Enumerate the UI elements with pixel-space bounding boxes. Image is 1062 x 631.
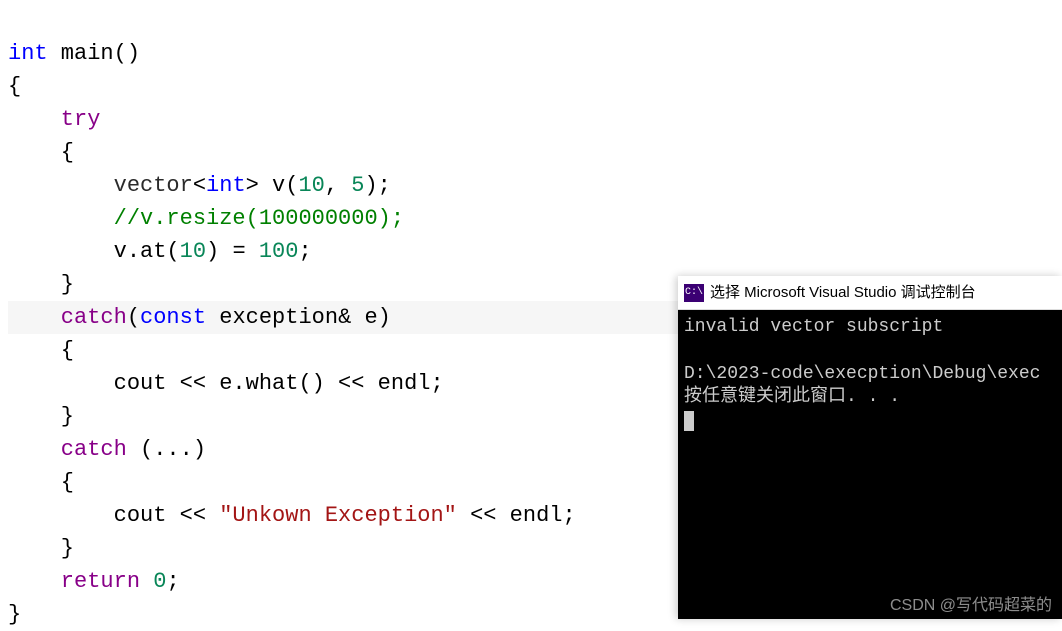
code-line: return 0; (8, 569, 180, 594)
console-title: 选择 Microsoft Visual Studio 调试控制台 (710, 283, 976, 303)
console-output[interactable]: invalid vector subscript D:\2023-code\ex… (678, 310, 1062, 439)
watermark-text: CSDN @写代码超菜的 (890, 591, 1052, 615)
code-line: } (8, 404, 74, 429)
code-line: catch (...) (8, 437, 206, 462)
code-line: cout << "Unkown Exception" << endl; (8, 503, 576, 528)
code-line: int main() (8, 41, 140, 66)
code-line: //v.resize(100000000); (8, 206, 404, 231)
code-line: v.at(10) = 100; (8, 239, 312, 264)
code-line: { (8, 338, 74, 363)
code-line: vector<int> v(10, 5); (8, 173, 391, 198)
console-cursor (684, 411, 694, 431)
code-line: } (8, 536, 74, 561)
debug-console-window[interactable]: C:\ 选择 Microsoft Visual Studio 调试控制台 inv… (678, 276, 1062, 619)
code-line: { (8, 140, 74, 165)
code-line: { (8, 74, 21, 99)
code-line: } (8, 272, 74, 297)
code-line: } (8, 602, 21, 627)
code-line: try (8, 107, 100, 132)
code-line: { (8, 470, 74, 495)
console-line: D:\2023-code\execption\Debug\exec (684, 364, 1040, 384)
console-line: 按任意键关闭此窗口. . . (684, 387, 900, 407)
code-line: cout << e.what() << endl; (8, 371, 444, 396)
console-line: invalid vector subscript (684, 317, 943, 337)
cmd-icon: C:\ (684, 284, 704, 302)
console-titlebar[interactable]: C:\ 选择 Microsoft Visual Studio 调试控制台 (678, 276, 1062, 310)
